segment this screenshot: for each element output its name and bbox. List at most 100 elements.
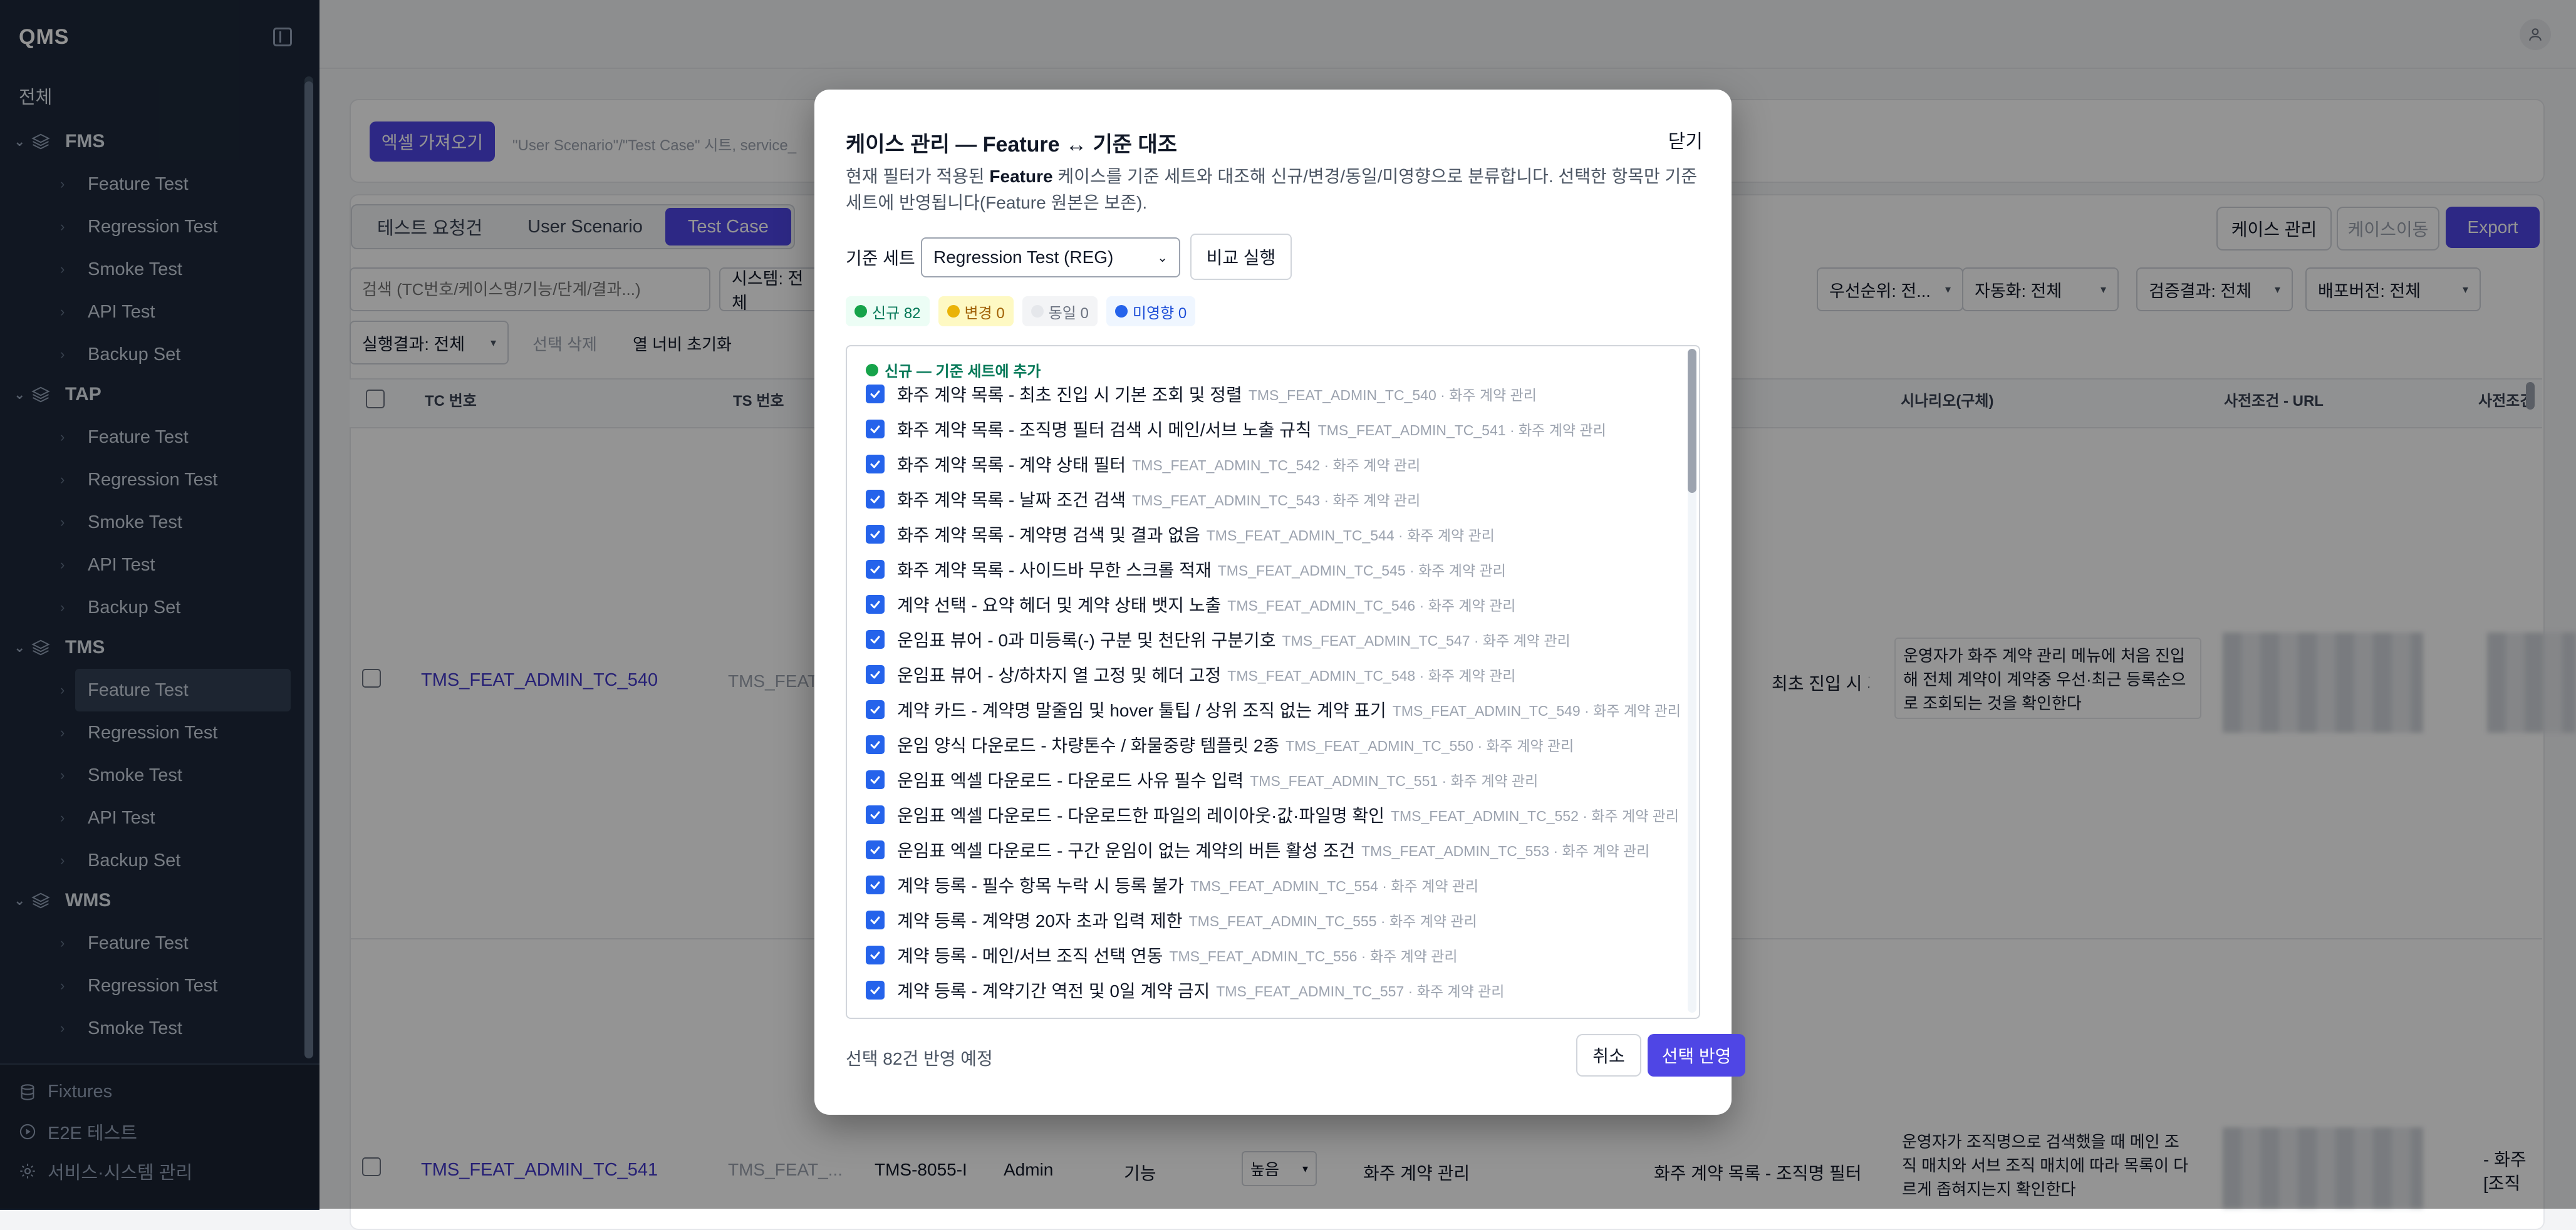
item-name: 계약 카드 - 계약명 말줄임 및 hover 툴팁 / 상위 조직 없는 계약… <box>897 701 1386 720</box>
desc-text: 현재 필터가 적용된 <box>846 167 990 186</box>
base-set-value: Regression Test (REG) <box>933 247 1114 267</box>
chevron-down-icon: ⌄ <box>1157 251 1168 265</box>
checkbox-checked-icon[interactable] <box>866 840 885 859</box>
item-meta: TMS_FEAT_ADMIN_TC_553 · 화주 계약 관리 <box>1361 843 1650 859</box>
item-name: 화주 계약 목록 - 조직명 필터 검색 시 메인/서브 노출 규칙 <box>897 420 1312 440</box>
list-item[interactable]: 운임표 엑셀 다운로드 - 다운로드한 파일의 레이아웃·값·파일명 확인 TMS… <box>866 802 1679 827</box>
checkbox-checked-icon[interactable] <box>866 595 885 614</box>
checkbox-checked-icon[interactable] <box>866 560 885 579</box>
checkbox-checked-icon[interactable] <box>866 805 885 824</box>
badge-label: 동일 0 <box>1048 304 1089 322</box>
item-meta: TMS_FEAT_ADMIN_TC_543 · 화주 계약 관리 <box>1132 492 1421 509</box>
item-meta: TMS_FEAT_ADMIN_TC_551 · 화주 계약 관리 <box>1250 773 1539 789</box>
result-badges: 신규 82 변경 0 동일 0 미영향 0 <box>846 296 1196 326</box>
list-item[interactable]: 화주 계약 목록 - 사이드바 무한 스크롤 적재 TMS_FEAT_ADMIN_… <box>866 557 1506 582</box>
section-new: 신규 — 기준 세트에 추가 <box>866 359 1041 381</box>
checkbox-checked-icon[interactable] <box>866 420 885 438</box>
apply-selected-button[interactable]: 선택 반영 <box>1648 1034 1745 1077</box>
checkbox-checked-icon[interactable] <box>866 665 885 684</box>
checkbox-checked-icon[interactable] <box>866 911 885 929</box>
item-name: 운임표 뷰어 - 0과 미등록(-) 구분 및 천단위 구분기호 <box>897 631 1276 650</box>
list-item[interactable]: 계약 선택 - 요약 헤더 및 계약 상태 뱃지 노출 TMS_FEAT_ADMI… <box>866 592 1515 617</box>
checkbox-checked-icon[interactable] <box>866 876 885 894</box>
item-name: 운임표 뷰어 - 상/하차지 열 고정 및 헤더 고정 <box>897 666 1222 685</box>
item-name: 운임 양식 다운로드 - 차량톤수 / 화물중량 템플릿 2종 <box>897 736 1280 755</box>
section-label: 신규 — 기준 세트에 추가 <box>885 363 1041 380</box>
checkbox-checked-icon[interactable] <box>866 455 885 473</box>
list-item[interactable]: 화주 계약 목록 - 최초 진입 시 기본 조회 및 정렬 TMS_FEAT_AD… <box>866 381 1537 406</box>
list-item[interactable]: 계약 등록 - 계약기간 역전 및 0일 계약 금지 TMS_FEAT_ADMIN… <box>866 978 1504 1003</box>
list-item[interactable]: 계약 등록 - 메인/서브 조직 선택 연동 TMS_FEAT_ADMIN_TC_… <box>866 943 1458 968</box>
checkbox-checked-icon[interactable] <box>866 385 885 403</box>
list-item[interactable]: 화주 계약 목록 - 날짜 조건 검색 TMS_FEAT_ADMIN_TC_543… <box>866 487 1420 512</box>
case-compare-dialog: 케이스 관리 — Feature ↔ 기준 대조 닫기 현재 필터가 적용된 F… <box>814 90 1745 1115</box>
item-name: 계약 등록 - 계약기간 역전 및 0일 계약 금지 <box>897 981 1210 1001</box>
item-meta: TMS_FEAT_ADMIN_TC_548 · 화주 계약 관리 <box>1227 668 1516 684</box>
item-name: 운임표 엑셀 다운로드 - 구간 운임이 없는 계약의 버튼 활성 조건 <box>897 841 1356 860</box>
item-meta: TMS_FEAT_ADMIN_TC_556 · 화주 계약 관리 <box>1169 948 1458 964</box>
checkbox-checked-icon[interactable] <box>866 630 885 649</box>
item-meta: TMS_FEAT_ADMIN_TC_547 · 화주 계약 관리 <box>1282 633 1571 649</box>
dialog-description: 현재 필터가 적용된 Feature 케이스를 기준 세트와 대조해 신규/변경… <box>846 163 1704 216</box>
checkbox-checked-icon[interactable] <box>866 770 885 789</box>
checkbox-checked-icon[interactable] <box>866 735 885 754</box>
dialog-title: 케이스 관리 — Feature ↔ 기준 대조 <box>846 133 1178 157</box>
list-item[interactable]: 화주 계약 목록 - 계약 상태 필터 TMS_FEAT_ADMIN_TC_542… <box>866 452 1420 477</box>
list-item[interactable]: 계약 카드 - 계약명 말줄임 및 hover 툴팁 / 상위 조직 없는 계약… <box>866 697 1681 722</box>
checkbox-checked-icon[interactable] <box>866 525 885 544</box>
item-name: 화주 계약 목록 - 계약 상태 필터 <box>897 455 1126 475</box>
item-meta: TMS_FEAT_ADMIN_TC_557 · 화주 계약 관리 <box>1216 983 1505 1000</box>
item-meta: TMS_FEAT_ADMIN_TC_552 · 화주 계약 관리 <box>1390 808 1680 824</box>
base-set-label: 기준 세트 <box>846 249 915 268</box>
item-name: 화주 계약 목록 - 계약명 검색 및 결과 없음 <box>897 525 1200 545</box>
item-name: 화주 계약 목록 - 날짜 조건 검색 <box>897 490 1126 510</box>
compare-result-list[interactable]: 신규 — 기준 세트에 추가 화주 계약 목록 - 최초 진입 시 기본 조회 … <box>846 345 1700 1019</box>
item-meta: TMS_FEAT_ADMIN_TC_540 · 화주 계약 관리 <box>1248 387 1537 403</box>
base-set-select[interactable]: Regression Test (REG) ⌄ <box>921 237 1180 277</box>
compare-run-button[interactable]: 비교 실행 <box>1190 234 1292 280</box>
item-name: 계약 선택 - 요약 헤더 및 계약 상태 뱃지 노출 <box>897 596 1222 615</box>
close-button[interactable]: 닫기 <box>1668 126 1703 153</box>
list-item[interactable]: 운임표 엑셀 다운로드 - 구간 운임이 없는 계약의 버튼 활성 조건 TMS_… <box>866 837 1649 862</box>
item-meta: TMS_FEAT_ADMIN_TC_546 · 화주 계약 관리 <box>1227 597 1516 614</box>
badge-unaffected: 미영향 0 <box>1106 296 1196 326</box>
item-meta: TMS_FEAT_ADMIN_TC_544 · 화주 계약 관리 <box>1206 527 1495 544</box>
green-dot-icon <box>854 305 867 318</box>
badge-label: 미영향 0 <box>1132 304 1187 322</box>
checkbox-checked-icon[interactable] <box>866 981 885 1000</box>
list-item[interactable]: 운임표 뷰어 - 0과 미등록(-) 구분 및 천단위 구분기호 TMS_FEAT… <box>866 627 1571 652</box>
green-dot-icon <box>866 363 878 376</box>
badge-label: 변경 0 <box>964 304 1005 322</box>
item-meta: TMS_FEAT_ADMIN_TC_555 · 화주 계약 관리 <box>1188 913 1477 929</box>
list-item[interactable]: 운임 양식 다운로드 - 차량톤수 / 화물중량 템플릿 2종 TMS_FEAT_… <box>866 732 1574 757</box>
checkbox-checked-icon[interactable] <box>866 946 885 964</box>
cancel-button[interactable]: 취소 <box>1576 1034 1641 1077</box>
selection-summary: 선택 82건 반영 예정 <box>846 1049 993 1068</box>
badge-changed: 변경 0 <box>938 296 1014 326</box>
yellow-dot-icon <box>947 305 960 318</box>
list-item[interactable]: 운임표 뷰어 - 상/하차지 열 고정 및 헤더 고정 TMS_FEAT_ADMI… <box>866 662 1515 687</box>
item-meta: TMS_FEAT_ADMIN_TC_549 · 화주 계약 관리 <box>1392 703 1681 719</box>
blue-dot-icon <box>1114 305 1128 318</box>
list-item[interactable]: 운임표 엑셀 다운로드 - 다운로드 사유 필수 입력 TMS_FEAT_ADMI… <box>866 767 1538 792</box>
item-meta: TMS_FEAT_ADMIN_TC_554 · 화주 계약 관리 <box>1190 878 1479 894</box>
list-item[interactable]: 화주 계약 목록 - 계약명 검색 및 결과 없음 TMS_FEAT_ADMIN_… <box>866 522 1495 547</box>
item-name: 계약 등록 - 메인/서브 조직 선택 연동 <box>897 946 1163 966</box>
checkbox-checked-icon[interactable] <box>866 700 885 719</box>
list-item[interactable]: 화주 계약 목록 - 조직명 필터 검색 시 메인/서브 노출 규칙 TMS_FE… <box>866 416 1606 442</box>
item-name: 화주 계약 목록 - 사이드바 무한 스크롤 적재 <box>897 561 1212 580</box>
list-item[interactable]: 계약 등록 - 필수 항목 누락 시 등록 불가 TMS_FEAT_ADMIN_T… <box>866 872 1478 897</box>
checkbox-checked-icon[interactable] <box>866 490 885 509</box>
item-meta: TMS_FEAT_ADMIN_TC_550 · 화주 계약 관리 <box>1285 738 1574 754</box>
list-item[interactable]: 계약 등록 - 계약명 20자 초과 입력 제한 TMS_FEAT_ADMIN_T… <box>866 907 1477 933</box>
item-meta: TMS_FEAT_ADMIN_TC_541 · 화주 계약 관리 <box>1317 422 1606 438</box>
list-scrollbar-thumb[interactable] <box>1688 349 1696 493</box>
badge-new: 신규 82 <box>846 296 930 326</box>
item-meta: TMS_FEAT_ADMIN_TC_545 · 화주 계약 관리 <box>1217 562 1506 579</box>
item-name: 운임표 엑셀 다운로드 - 다운로드한 파일의 레이아웃·값·파일명 확인 <box>897 806 1384 825</box>
badge-label: 신규 82 <box>872 304 921 322</box>
desc-bold: Feature <box>989 167 1053 186</box>
badge-same: 동일 0 <box>1022 296 1098 326</box>
item-meta: TMS_FEAT_ADMIN_TC_542 · 화주 계약 관리 <box>1132 457 1421 473</box>
item-name: 계약 등록 - 계약명 20자 초과 입력 제한 <box>897 911 1183 931</box>
